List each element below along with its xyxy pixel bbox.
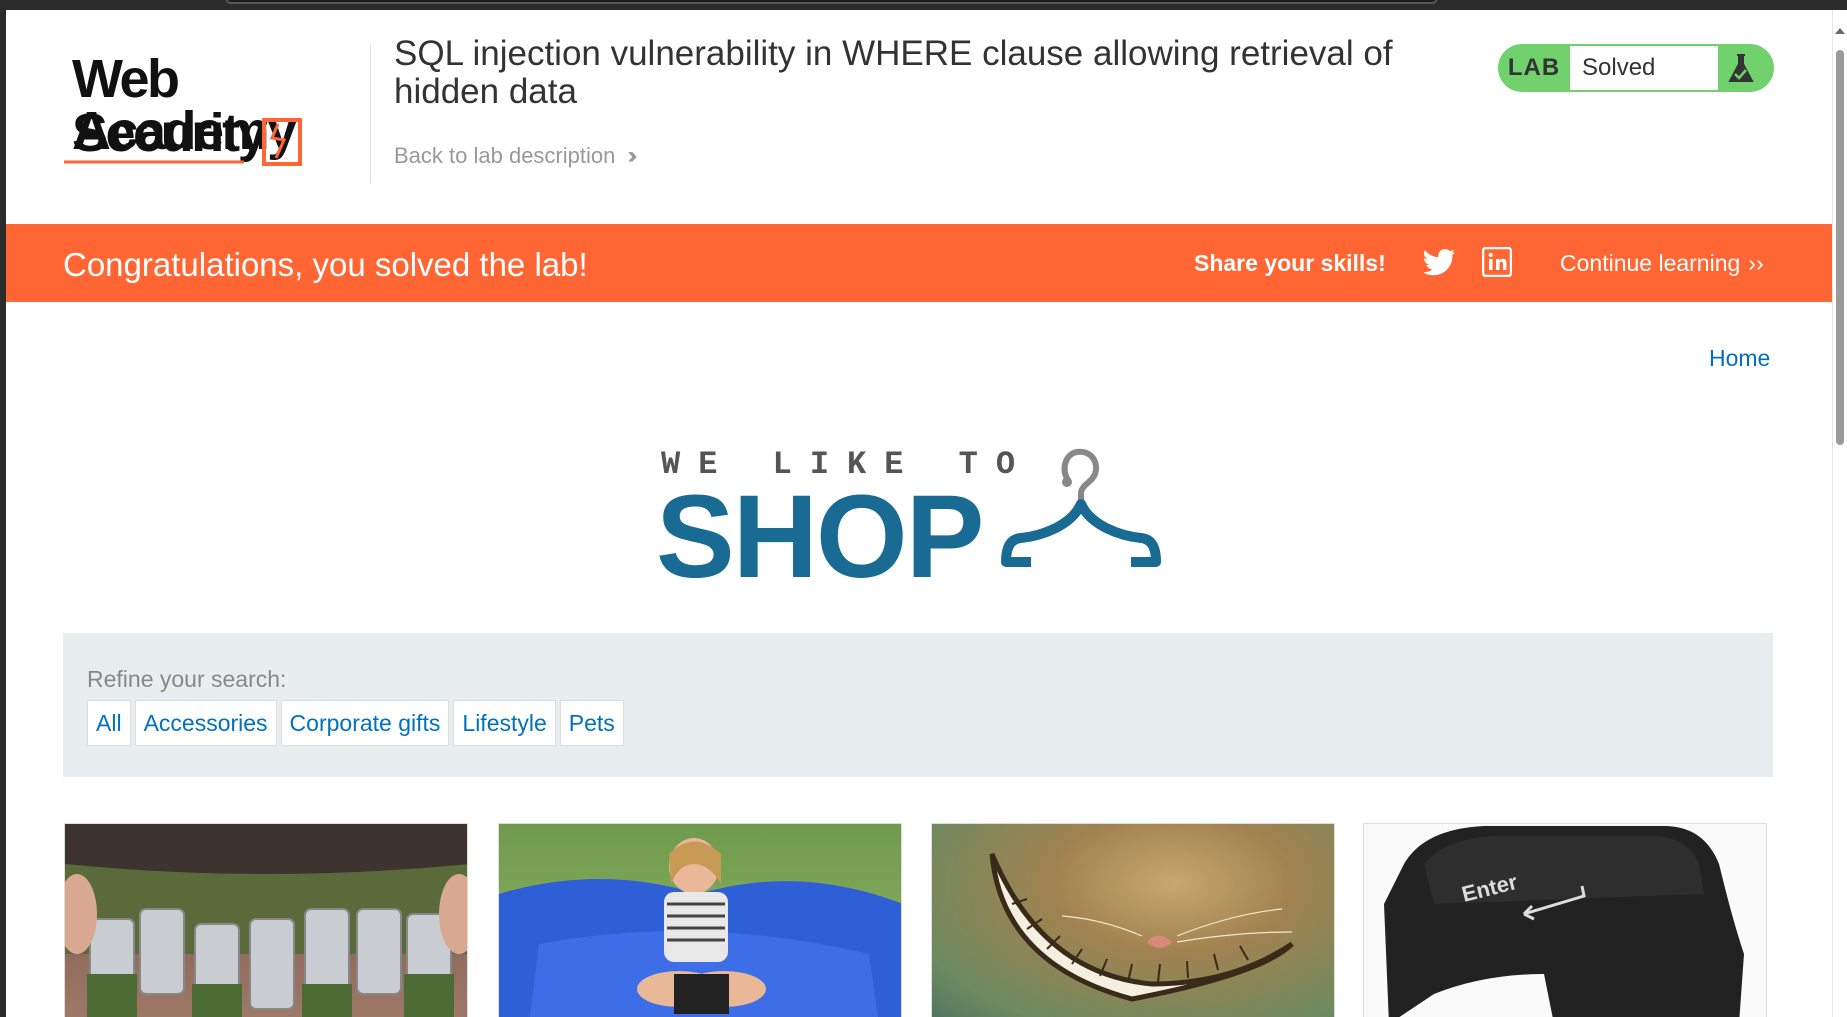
category-lifestyle[interactable]: Lifestyle — [453, 700, 556, 746]
refine-search-label: Refine your search: — [87, 666, 287, 692]
filter-panel: Refine your search: All Accessories Corp… — [63, 633, 1773, 777]
congratulations-message: Congratulations, you solved the lab! — [63, 246, 588, 283]
lab-status-text: Solved — [1570, 46, 1718, 90]
category-all[interactable]: All — [87, 700, 131, 746]
scrollbar-thumb[interactable] — [1836, 50, 1844, 445]
back-to-lab-description-link[interactable]: Back to lab description ›› — [394, 142, 637, 170]
cheshire-grin-illustration — [989, 853, 1294, 1002]
category-accessories[interactable]: Accessories — [134, 700, 277, 746]
flask-icon — [1728, 54, 1754, 82]
lab-status-label: LAB — [1507, 54, 1561, 81]
continue-learning-link[interactable]: Continue learning ›› — [1560, 250, 1764, 277]
web-security-academy-logo[interactable]: Web Security Academy — [64, 42, 364, 166]
category-pets[interactable]: Pets — [559, 700, 624, 746]
scroll-up-arrow-icon[interactable] — [1835, 28, 1845, 34]
logo-underline-icon — [64, 118, 302, 166]
academy-header: Web Security Academy SQL injection vulne… — [6, 10, 1832, 225]
lab-title: SQL injection vulnerability in WHERE cla… — [394, 34, 1393, 111]
lab-status-widget: LAB Solved — [1498, 44, 1774, 92]
page-viewport: Web Security Academy SQL injection vulne… — [6, 10, 1832, 1017]
shop-logo[interactable]: WE LIKE TO SHOP — [656, 440, 1196, 600]
product-image-enter-key-pillow[interactable]: Enter — [1363, 823, 1767, 1017]
browser-address-bar[interactable] — [225, 0, 1438, 4]
shop-logo-wordmark: SHOP — [656, 471, 984, 603]
share-skills-label: Share your skills! — [1194, 250, 1386, 276]
category-corporate-gifts[interactable]: Corporate gifts — [280, 700, 450, 746]
header-divider — [370, 43, 371, 183]
enter-key-pillow-illustration: Enter — [1384, 826, 1744, 1017]
product-image-beer-belt[interactable] — [64, 823, 468, 1017]
browser-top-strip — [0, 0, 1847, 10]
back-link-label: Back to lab description — [394, 143, 616, 168]
double-chevron-right-icon: ›› — [627, 142, 637, 169]
double-chevron-right-icon: ›› — [1748, 250, 1764, 276]
page-scrollbar[interactable] — [1832, 10, 1847, 1017]
product-image-giant-beanbag[interactable] — [498, 823, 902, 1017]
home-link[interactable]: Home — [1709, 345, 1770, 372]
product-image-cheshire-grin[interactable] — [931, 823, 1335, 1017]
coat-hanger-icon — [1001, 448, 1161, 567]
twitter-icon[interactable] — [1424, 247, 1456, 277]
category-filter-list: All Accessories Corporate gifts Lifestyl… — [87, 700, 624, 746]
beanbag-illustration — [499, 838, 901, 1017]
continue-learning-label: Continue learning — [1560, 250, 1741, 276]
beer-belt-illustration — [65, 824, 467, 1017]
linkedin-icon[interactable] — [1482, 247, 1512, 277]
congratulations-banner: Congratulations, you solved the lab! Sha… — [6, 224, 1832, 302]
